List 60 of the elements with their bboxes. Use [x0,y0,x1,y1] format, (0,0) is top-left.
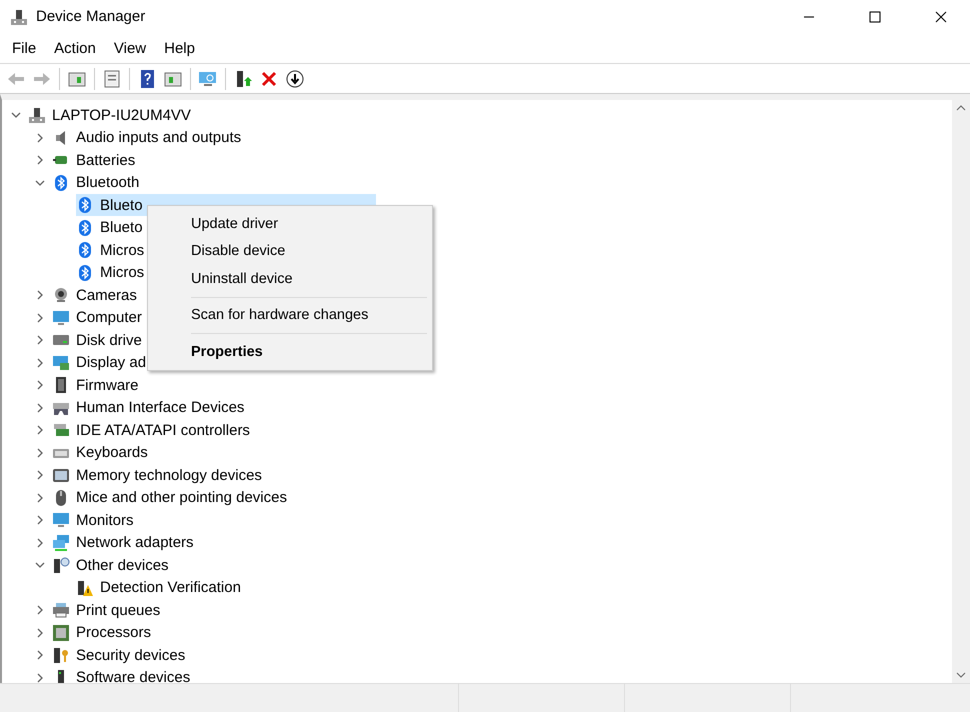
tree-item[interactable]: Memory technology devices [52,464,266,486]
monitor-icon [52,308,70,327]
key-icon [52,646,70,664]
tree-item[interactable]: Network adapters [52,532,198,554]
close-icon [935,10,947,22]
properties-icon [102,68,122,88]
tree-item[interactable]: Display ad [52,352,150,374]
computer-icon [28,106,46,124]
scroll-down-icon[interactable] [956,671,966,679]
computer-icon [10,8,28,26]
bluetooth-icon [76,196,94,214]
tree-item[interactable]: Mice and other pointing devices [52,486,291,509]
bluetooth-icon [76,264,94,282]
tree-item[interactable]: IDE ATA/ATAPI controllers [52,419,254,442]
tree-item[interactable]: Audio inputs and outputs [52,126,246,149]
unknown-device-icon [52,556,70,574]
tree-item[interactable]: Blueto [76,216,147,239]
network-icon [52,534,70,552]
tree-item[interactable]: LAPTOP-IU2UM4VV [28,104,195,126]
tree-item[interactable]: Computer [52,306,146,329]
printer-icon [52,601,70,620]
tree-item[interactable]: Batteries [52,149,140,172]
bluetooth-icon [52,174,70,192]
tree-item[interactable]: Keyboards [52,442,152,464]
menu-item[interactable]: Scan for hardware changes [151,302,429,329]
tree-item[interactable]: Detection Verification [76,576,245,599]
scrollbar[interactable] [952,100,970,683]
menu-item[interactable]: Properties [151,338,429,366]
menu-item[interactable]: Disable device [151,238,429,265]
scroll-up-icon[interactable] [956,104,966,112]
menu-item[interactable]: Update driver [151,210,429,238]
tree-item[interactable]: Print queues [52,599,164,622]
tree-item[interactable]: Bluetooth [52,172,144,194]
tree-item[interactable]: Micros [76,239,148,262]
tree-item[interactable]: Software devices [52,666,194,683]
tree-item[interactable]: Micros [76,262,148,284]
tree-item[interactable]: Firmware [52,374,142,396]
menu-item[interactable]: View [104,40,156,56]
bluetooth-icon [76,241,94,260]
download-icon [285,68,305,88]
display-card-icon [52,354,70,372]
processor-icon [52,624,70,642]
bluetooth-icon [76,218,94,237]
monitor-icon [52,511,70,530]
menu-item[interactable]: Help [155,40,204,56]
menu-item[interactable]: Uninstall device [151,265,429,292]
window-title: Device Manager [36,8,146,25]
menu-item[interactable]: Action [45,40,105,56]
memory-card-icon [52,466,70,484]
tree-item[interactable]: Cameras [52,284,141,306]
maximize-icon [869,10,881,22]
tree-item[interactable]: Human Interface Devices [52,396,248,419]
tree-item[interactable]: Security devices [52,644,190,666]
warning-device-icon [76,578,94,597]
webcam-icon [52,286,70,304]
tree-item[interactable]: Processors [52,622,156,644]
tree-item[interactable]: Disk drive [52,329,146,352]
menu-item[interactable]: File [3,40,46,56]
tree-item[interactable]: Other devices [52,554,173,576]
tree-item[interactable]: Monitors [52,509,138,532]
